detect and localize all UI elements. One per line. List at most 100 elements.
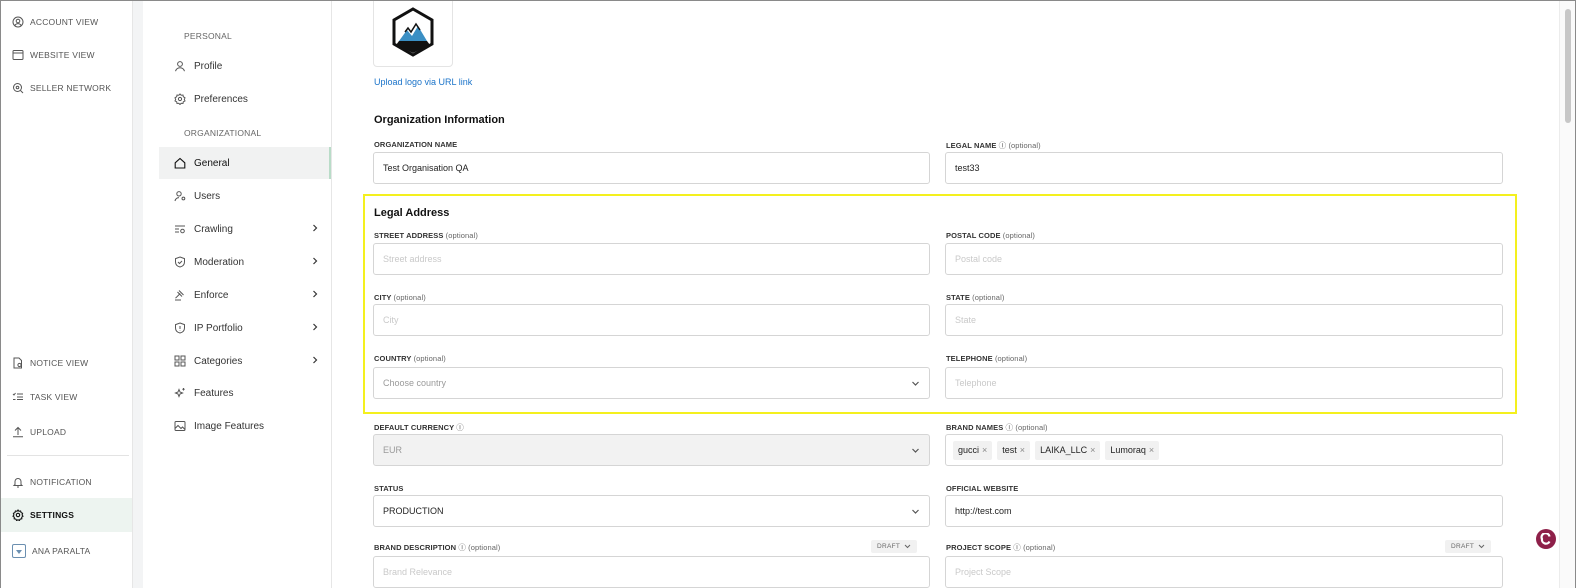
rail-item-label: UPLOAD (30, 427, 67, 437)
chevron-right-icon (313, 290, 318, 298)
brand-names-input[interactable]: gucci × test × LAIKA_LLC × Lumoraq × (945, 434, 1503, 466)
menu-item-general[interactable]: General (159, 147, 331, 179)
menu-item-preferences[interactable]: Preferences (159, 83, 331, 115)
official-website-input[interactable]: http://test.com (945, 495, 1503, 527)
menu-item-label: Preferences (194, 93, 248, 105)
postal-code-input[interactable]: Postal code (945, 243, 1503, 275)
menu-item-label: Categories (194, 355, 243, 367)
postal-code-label: POSTAL CODE (optional) (946, 231, 1036, 240)
rail-item-website-view[interactable]: WEBSITE VIEW (1, 38, 132, 72)
rail-item-seller-network[interactable]: SELLER NETWORK (1, 71, 132, 105)
remove-tag-icon[interactable]: × (1020, 445, 1025, 455)
logo-image (392, 7, 434, 57)
rail-item-notification[interactable]: NOTIFICATION (1, 465, 132, 499)
rail-divider (7, 455, 129, 456)
menu-item-profile[interactable]: Profile (159, 50, 331, 82)
rail-item-task-view[interactable]: TASK VIEW (1, 380, 132, 414)
remove-tag-icon[interactable]: × (982, 445, 987, 455)
legal-name-label: LEGAL NAME ⓘ (optional) (946, 141, 1041, 150)
menu-item-users[interactable]: Users (159, 180, 331, 212)
menu-item-label: Moderation (194, 256, 245, 268)
menu-item-label: IP Portfolio (194, 322, 243, 334)
chevron-down-icon (912, 381, 919, 386)
state-input[interactable]: State (945, 304, 1503, 336)
crawling-icon (175, 225, 185, 234)
gear-icon (12, 509, 24, 521)
menu-item-label: General (194, 157, 230, 169)
brand-description-input[interactable]: Brand Relevance (373, 556, 930, 588)
brand-tag[interactable]: test × (997, 440, 1031, 460)
menu-item-label: Crawling (194, 223, 233, 235)
org-name-value: Test Organisation QA (383, 163, 469, 173)
rail-item-settings[interactable]: SETTINGS (1, 498, 132, 532)
chevron-down-icon (912, 448, 919, 453)
scrollbar-thumb[interactable] (1565, 9, 1571, 123)
user-circle-icon (12, 16, 24, 28)
website-value: http://test.com (955, 506, 1012, 516)
country-select[interactable]: Choose country (373, 367, 930, 399)
legal-name-value: test33 (955, 163, 980, 173)
country-label: COUNTRY (optional) (374, 354, 446, 363)
project-scope-input[interactable]: Project Scope (945, 556, 1503, 588)
brand-description-label: BRAND DESCRIPTION ⓘ (optional) (374, 543, 501, 552)
rail-item-label: NOTIFICATION (30, 477, 92, 487)
users-icon (174, 191, 186, 202)
default-currency-select[interactable]: EUR (373, 434, 930, 466)
brand-description-draft-button[interactable]: DRAFT (871, 540, 918, 553)
rail-item-user-profile[interactable]: ANA PARALTA (1, 534, 132, 568)
avatar-icon (12, 544, 26, 558)
rail-item-label: ACCOUNT VIEW (30, 17, 99, 27)
official-website-label: OFFICIAL WEBSITE (946, 484, 1019, 493)
left-rail: ACCOUNT VIEW WEBSITE VIEW SELLER NETWORK… (1, 1, 133, 588)
menu-section-personal: PERSONAL (184, 31, 232, 41)
menu-item-ip-portfolio[interactable]: IP Portfolio (159, 312, 331, 344)
preferences-gear-icon (174, 93, 186, 105)
organization-logo[interactable] (373, 1, 453, 67)
chat-logo-icon (1540, 533, 1551, 545)
document-search-icon (13, 357, 22, 369)
city-label: CITY (optional) (374, 293, 426, 302)
project-scope-draft-button[interactable]: DRAFT (1445, 540, 1492, 553)
menu-item-moderation[interactable]: Moderation (159, 246, 331, 278)
organization-info-heading: Organization Information (374, 114, 505, 126)
city-input[interactable]: City (373, 304, 930, 336)
brand-tag[interactable]: gucci × (953, 440, 993, 460)
menu-section-organizational: ORGANIZATIONAL (184, 128, 262, 138)
rail-item-upload[interactable]: UPLOAD (1, 415, 132, 449)
page-scrollbar[interactable] (1559, 1, 1575, 588)
default-currency-label: DEFAULT CURRENCY ⓘ (374, 423, 464, 432)
person-icon (175, 61, 185, 72)
city-placeholder: City (383, 315, 399, 325)
street-address-placeholder: Street address (383, 254, 442, 264)
menu-item-categories[interactable]: Categories (159, 345, 331, 377)
remove-tag-icon[interactable]: × (1149, 445, 1154, 455)
brand-tag[interactable]: Lumoraq × (1105, 440, 1160, 460)
upload-logo-url-link[interactable]: Upload logo via URL link (374, 77, 472, 87)
browser-window-icon (12, 50, 24, 60)
brand-tag[interactable]: LAIKA_LLC × (1035, 440, 1101, 460)
sparkles-icon (174, 388, 185, 398)
status-select[interactable]: PRODUCTION (373, 495, 930, 527)
rail-item-account-view[interactable]: ACCOUNT VIEW (1, 5, 132, 39)
info-icon: ⓘ (458, 543, 466, 552)
menu-item-label: Enforce (194, 289, 229, 301)
menu-item-enforce[interactable]: Enforce (159, 279, 331, 311)
remove-tag-icon[interactable]: × (1090, 445, 1095, 455)
chat-launcher-button[interactable] (1536, 529, 1556, 549)
telephone-placeholder: Telephone (955, 378, 997, 388)
image-icon (174, 421, 186, 431)
project-scope-label: PROJECT SCOPE ⓘ (optional) (946, 543, 1056, 552)
menu-item-image-features[interactable]: Image Features (159, 410, 331, 442)
menu-item-crawling[interactable]: Crawling (159, 213, 331, 245)
street-address-input[interactable]: Street address (373, 243, 930, 275)
telephone-input[interactable]: Telephone (945, 367, 1503, 399)
brand-description-placeholder: Brand Relevance (383, 567, 453, 577)
street-address-label: STREET ADDRESS (optional) (374, 231, 478, 240)
info-icon: ⓘ (1005, 423, 1014, 432)
menu-item-features[interactable]: Features (159, 377, 331, 409)
rail-item-label: ANA PARALTA (32, 546, 91, 556)
legal-name-input[interactable]: test33 (945, 152, 1503, 184)
info-icon: ⓘ (1013, 543, 1021, 552)
rail-item-notice-view[interactable]: NOTICE VIEW (1, 346, 132, 380)
org-name-input[interactable]: Test Organisation QA (373, 152, 930, 184)
